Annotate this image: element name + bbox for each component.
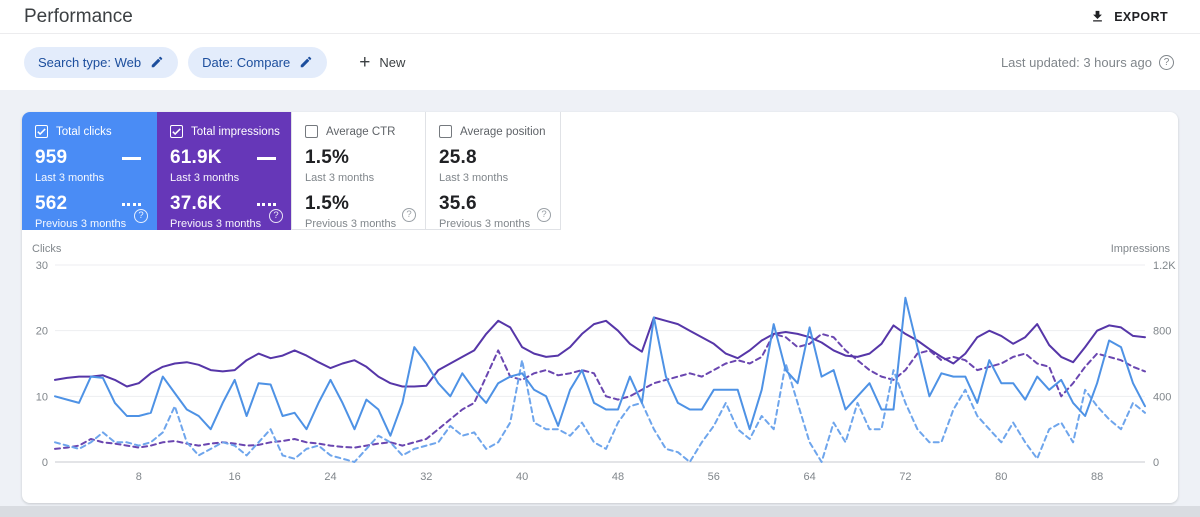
tile-secondary-caption: Previous 3 months — [305, 218, 397, 230]
svg-text:30: 30 — [36, 260, 48, 272]
tile-primary-caption: Last 3 months — [35, 172, 105, 184]
tile-average-position[interactable]: Average position 25.8 Last 3 months 35.6… — [426, 112, 561, 230]
export-label: EXPORT — [1114, 9, 1168, 24]
tile-label: Average position — [460, 125, 546, 138]
checkbox-checked-icon[interactable] — [35, 125, 48, 138]
top-bar: Performance EXPORT — [0, 0, 1200, 34]
bottom-edge-strip — [0, 506, 1200, 517]
help-icon[interactable]: ? — [134, 209, 148, 223]
svg-text:24: 24 — [324, 471, 336, 483]
help-icon[interactable]: ? — [537, 208, 551, 222]
svg-text:16: 16 — [229, 471, 241, 483]
help-icon[interactable]: ? — [1159, 54, 1174, 70]
checkbox-unchecked-icon[interactable] — [439, 125, 452, 138]
last-updated-text: Last updated: 3 hours ago — [1000, 54, 1152, 70]
tile-primary-value: 25.8 — [439, 147, 477, 168]
filter-chip-label: Search type: Web — [38, 54, 142, 70]
tile-primary-value: 61.9K — [170, 147, 222, 168]
tile-secondary-value: 1.5% — [305, 193, 350, 214]
svg-text:56: 56 — [708, 471, 720, 483]
tile-secondary-caption: Previous 3 months — [35, 218, 127, 230]
checkbox-checked-icon[interactable] — [170, 125, 183, 138]
tile-secondary-value: 37.6K — [170, 193, 222, 214]
dashed-line-legend-icon — [122, 202, 141, 206]
svg-text:72: 72 — [899, 471, 911, 483]
solid-line-legend-icon — [122, 156, 141, 160]
plus-icon: + — [359, 51, 371, 73]
svg-text:1.2K: 1.2K — [1153, 260, 1176, 272]
checkbox-unchecked-icon[interactable] — [305, 125, 318, 138]
tile-label: Total clicks — [56, 125, 112, 138]
tile-primary-caption: Last 3 months — [439, 172, 509, 184]
filter-chip-label: Date: Compare — [202, 54, 291, 70]
page-title: Performance — [24, 5, 133, 27]
filter-chip-date-compare[interactable]: Date: Compare — [188, 46, 328, 78]
edit-pencil-icon[interactable] — [299, 55, 313, 69]
new-filter-button[interactable]: + New — [353, 52, 411, 73]
performance-panel: Total clicks 959 Last 3 months 562 Previ… — [22, 112, 1178, 503]
last-updated: Last updated: 3 hours ago ? — [1000, 54, 1174, 70]
tile-primary-value: 959 — [35, 147, 68, 168]
new-filter-label: New — [379, 54, 406, 70]
tile-label: Average CTR — [326, 125, 396, 138]
filter-chip-search-type[interactable]: Search type: Web — [24, 46, 179, 78]
svg-text:64: 64 — [803, 471, 815, 483]
filter-bar: Search type: Web Date: Compare + New Las… — [0, 34, 1200, 90]
edit-pencil-icon[interactable] — [150, 55, 164, 69]
svg-text:48: 48 — [612, 471, 624, 483]
performance-chart[interactable]: 0 0 10 400 20 800 30 1.2K Clicks Impressions 8 16 24… — [22, 230, 1178, 497]
tile-label: Total impressions — [191, 125, 280, 138]
svg-text:80: 80 — [995, 471, 1007, 483]
svg-text:88: 88 — [1091, 471, 1103, 483]
help-icon[interactable]: ? — [269, 209, 283, 223]
tile-average-ctr[interactable]: Average CTR 1.5% Last 3 months 1.5% Prev… — [291, 112, 426, 230]
export-button[interactable]: EXPORT — [1084, 8, 1174, 25]
tile-secondary-value: 35.6 — [439, 193, 477, 214]
svg-text:Clicks: Clicks — [32, 243, 62, 255]
svg-text:0: 0 — [1153, 457, 1159, 469]
svg-text:20: 20 — [36, 326, 48, 338]
tile-total-clicks[interactable]: Total clicks 959 Last 3 months 562 Previ… — [22, 112, 157, 230]
svg-text:32: 32 — [420, 471, 432, 483]
main-content: Total clicks 959 Last 3 months 562 Previ… — [0, 90, 1200, 503]
tile-primary-value: 1.5% — [305, 147, 350, 168]
tile-primary-caption: Last 3 months — [170, 172, 240, 184]
tile-secondary-caption: Previous 3 months — [170, 218, 262, 230]
tile-secondary-value: 562 — [35, 193, 68, 214]
tile-secondary-caption: Previous 3 months — [439, 218, 531, 230]
help-icon[interactable]: ? — [402, 208, 416, 222]
svg-text:40: 40 — [516, 471, 528, 483]
svg-text:8: 8 — [136, 471, 142, 483]
svg-text:0: 0 — [42, 457, 48, 469]
tile-primary-caption: Last 3 months — [305, 172, 375, 184]
line-chart-svg[interactable]: 0 0 10 400 20 800 30 1.2K Clicks Impressions 8 16 24… — [22, 240, 1178, 492]
svg-text:10: 10 — [36, 391, 48, 403]
solid-line-legend-icon — [257, 156, 276, 160]
download-icon — [1090, 9, 1105, 24]
svg-text:Impressions: Impressions — [1111, 243, 1171, 255]
tile-total-impressions[interactable]: Total impressions 61.9K Last 3 months 37… — [157, 112, 292, 230]
dashed-line-legend-icon — [257, 202, 276, 206]
svg-text:400: 400 — [1153, 391, 1171, 403]
metric-tiles-row: Total clicks 959 Last 3 months 562 Previ… — [22, 112, 1178, 230]
svg-text:800: 800 — [1153, 326, 1171, 338]
